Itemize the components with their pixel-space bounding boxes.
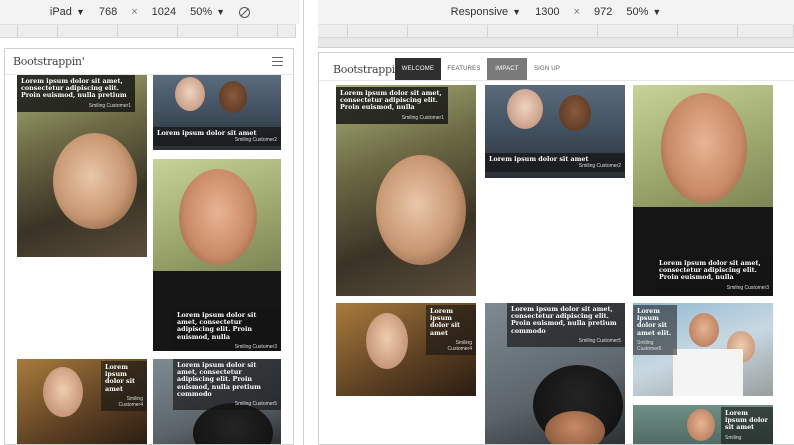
height-input[interactable]: 972 (594, 6, 612, 18)
caption-2: Lorem ipsum dolor sit amet Smiling Custo… (153, 127, 281, 147)
customer-tile-4[interactable]: Lorem ipsum dolor sit amet Smiling Custo… (17, 359, 147, 444)
left-device-toolbar: iPad ▼ 768 × 1024 50% ▼ (0, 0, 300, 24)
caption-6: Lorem ipsum dolor sit amet elit. Smiling… (633, 305, 677, 355)
caption-5: Lorem ipsum dolor sit amet, consectetur … (173, 359, 281, 410)
chevron-down-icon: ▼ (652, 7, 662, 17)
chevron-down-icon: ▼ (512, 7, 522, 17)
right-media-query-ruler-secondary (318, 38, 794, 48)
caption-1: Lorem ipsum dolor sit amet, consectetur … (336, 87, 448, 124)
nav-welcome[interactable]: WELCOME (395, 58, 441, 80)
ipad-viewport: Bootstrappin' Lorem ipsum dolor sit amet… (4, 48, 294, 445)
responsive-viewport: Bootstrappin' WELCOME FEATURES IMPACT SI… (318, 52, 794, 445)
nav-sign-up[interactable]: SIGN UP (527, 58, 567, 80)
devtools-device-emulation: iPad ▼ 768 × 1024 50% ▼ Responsive ▼ 1300 ×… (0, 0, 794, 445)
left-media-query-ruler (0, 24, 296, 38)
caption-2: Lorem ipsum dolor sit amet Smiling Custo… (485, 153, 625, 173)
customer-tile-2[interactable]: Lorem ipsum dolor sit amet Smiling Custo… (485, 85, 625, 178)
customer-tile-3[interactable]: Lorem ipsum dolor sit amet, consectetur … (633, 85, 773, 296)
caption-1: Lorem ipsum dolor sit amet, consectetur … (17, 75, 135, 112)
customer-tile-6[interactable]: Lorem ipsum dolor sit amet elit. Smiling… (633, 303, 773, 396)
caption-4: Lorem ipsum dolor sit amet Smiling Custo… (101, 361, 147, 411)
customer-tile-4[interactable]: Lorem ipsum dolor sit amet Smiling Custo… (336, 303, 476, 396)
caption-3: Lorem ipsum dolor sit amet, consectetur … (173, 309, 281, 351)
site-brand[interactable]: Bootstrappin' (13, 55, 85, 68)
nav-features[interactable]: FEATURES (441, 58, 487, 80)
panel-divider (303, 0, 304, 445)
zoom-select[interactable]: 50% ▼ (626, 6, 661, 18)
zoom-select[interactable]: 50% ▼ (190, 6, 225, 18)
device-select[interactable]: iPad ▼ (50, 6, 85, 18)
caption-3: Lorem ipsum dolor sit amet, consectetur … (655, 257, 773, 294)
caption-5: Lorem ipsum dolor sit amet, consectetur … (507, 303, 625, 347)
height-input[interactable]: 1024 (152, 6, 176, 18)
site-brand[interactable]: Bootstrappin' (333, 63, 405, 76)
site-navbar: Bootstrappin' (5, 49, 293, 75)
customer-tile-5[interactable]: Lorem ipsum dolor sit amet, consectetur … (153, 359, 281, 444)
customer-tile-2[interactable]: Lorem ipsum dolor sit amet Smiling Custo… (153, 75, 281, 150)
customer-photo-3 (179, 169, 257, 265)
width-input[interactable]: 768 (99, 6, 117, 18)
caption-7: Lorem ipsum dolor sit amet Smiling (721, 407, 773, 444)
customer-tile-1[interactable]: Lorem ipsum dolor sit amet, consectetur … (17, 75, 147, 257)
right-media-query-ruler (318, 24, 794, 38)
hamburger-menu-icon[interactable] (272, 57, 283, 66)
caption-4: Lorem ipsum dolor sit amet Smiling Custo… (426, 305, 476, 355)
device-select[interactable]: Responsive ▼ (451, 6, 521, 18)
dimension-separator: × (131, 6, 138, 18)
chevron-down-icon: ▼ (216, 7, 226, 17)
customer-tile-1[interactable]: Lorem ipsum dolor sit amet, consectetur … (336, 85, 476, 296)
customer-tile-3[interactable]: Lorem ipsum dolor sit amet, consectetur … (153, 159, 281, 351)
site-navbar: Bootstrappin' WELCOME FEATURES IMPACT SI… (319, 58, 794, 81)
width-input[interactable]: 1300 (535, 6, 559, 18)
chevron-down-icon: ▼ (75, 7, 85, 17)
rotate-disabled-icon[interactable] (239, 6, 251, 18)
customer-tile-5[interactable]: Lorem ipsum dolor sit amet, consectetur … (485, 303, 625, 444)
customer-tile-7[interactable]: Lorem ipsum dolor sit amet Smiling (633, 405, 773, 444)
nav-impact[interactable]: IMPACT (487, 58, 527, 80)
customer-photo-1 (53, 133, 137, 229)
dimension-separator: × (573, 6, 580, 18)
right-device-toolbar: Responsive ▼ 1300 × 972 50% ▼ (318, 0, 794, 24)
